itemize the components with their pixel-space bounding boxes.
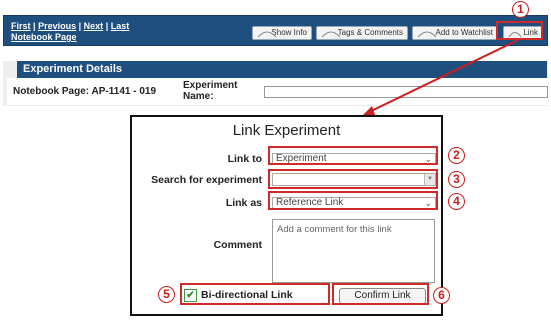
callout-2-highlight <box>268 146 438 165</box>
link-to-label: Link to <box>227 153 262 165</box>
callout-3-highlight <box>268 169 438 189</box>
comment-label: Comment <box>213 239 262 251</box>
callout-5-highlight <box>180 283 330 305</box>
callout-2-marker: 2 <box>448 147 465 164</box>
comment-textarea[interactable]: Add a comment for this link <box>272 219 435 283</box>
screenshot-stage: First | Previous | Next | Last Notebook … <box>0 0 551 320</box>
search-experiment-label: Search for experiment <box>151 174 262 186</box>
callout-4-highlight <box>268 191 438 210</box>
callout-6-highlight <box>332 283 429 305</box>
dialog-title: Link Experiment <box>232 122 341 139</box>
callout-5-marker: 5 <box>158 286 175 303</box>
link-as-label: Link as <box>225 197 262 209</box>
callout-3-marker: 3 <box>448 171 465 188</box>
callout-6-marker: 6 <box>433 287 450 304</box>
callout-4-marker: 4 <box>448 193 465 210</box>
